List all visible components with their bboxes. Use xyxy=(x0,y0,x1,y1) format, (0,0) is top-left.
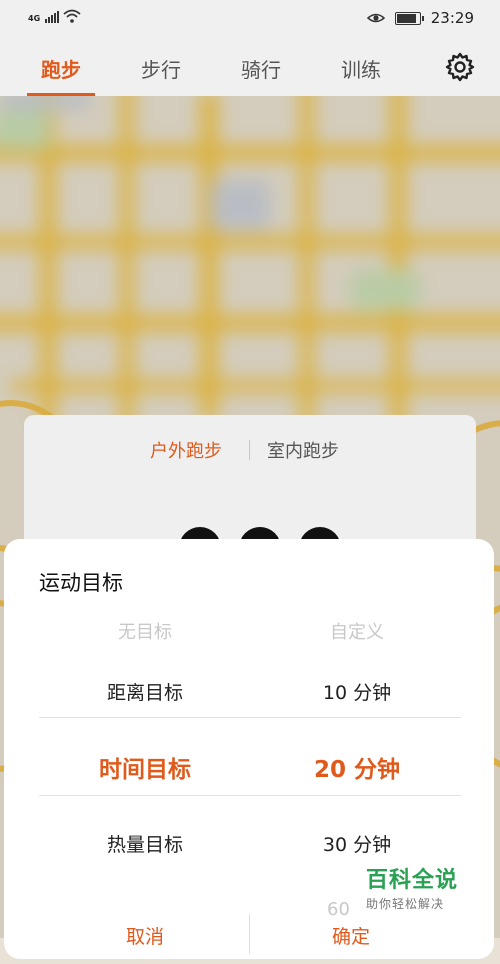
status-bar: 4G 23:29 xyxy=(0,0,500,38)
sheet-title: 运动目标 xyxy=(39,571,123,595)
settings-gear-icon[interactable] xyxy=(444,51,476,83)
mode-divider xyxy=(249,440,250,460)
button-divider xyxy=(249,914,250,954)
cancel-button[interactable]: 取消 xyxy=(126,922,164,949)
tab-label: 跑步 xyxy=(41,58,81,82)
watermark-main-text: 百科全说 xyxy=(366,868,459,893)
picker-item[interactable]: 热量目标 xyxy=(40,805,250,881)
watermark-logo: 百科全说 助你轻松解决 xyxy=(366,862,486,912)
tab-active-indicator xyxy=(27,93,95,96)
signal-icon xyxy=(45,11,60,23)
tab-label: 训练 xyxy=(341,58,381,82)
tab-label: 步行 xyxy=(141,58,181,82)
picker-item[interactable]: 10 分钟 xyxy=(252,653,462,729)
sheet-button-row: 取消 确定 xyxy=(4,914,494,964)
network-type: 4G xyxy=(28,14,41,23)
tab-training[interactable]: 训练 xyxy=(341,54,381,88)
tab-label: 骑行 xyxy=(241,58,281,82)
eye-icon xyxy=(366,11,385,25)
picker-item-selected[interactable]: 时间目标 xyxy=(40,729,250,805)
watermark-sub-text: 助你轻松解决 xyxy=(366,897,445,911)
goal-type-picker[interactable]: 无目标 距离目标 时间目标 热量目标 xyxy=(40,609,250,881)
picker-item[interactable]: 距离目标 xyxy=(40,653,250,729)
picker-item[interactable]: 无目标 xyxy=(40,609,250,653)
tab-walking[interactable]: 步行 xyxy=(141,54,181,88)
tab-running[interactable]: 跑步 xyxy=(27,54,95,96)
mode-indoor-run[interactable]: 室内跑步 xyxy=(267,437,339,463)
picker-item-selected[interactable]: 20 分钟 xyxy=(252,729,462,805)
status-time: 23:29 xyxy=(430,9,474,27)
confirm-button[interactable]: 确定 xyxy=(332,922,370,949)
wifi-icon xyxy=(63,9,81,23)
mode-outdoor-run[interactable]: 户外跑步 xyxy=(150,437,222,463)
picker-item[interactable]: 自定义 xyxy=(252,609,462,653)
battery-icon xyxy=(394,11,424,25)
tab-cycling[interactable]: 骑行 xyxy=(241,54,281,88)
sport-tabs: 跑步 步行 骑行 训练 xyxy=(0,38,500,96)
